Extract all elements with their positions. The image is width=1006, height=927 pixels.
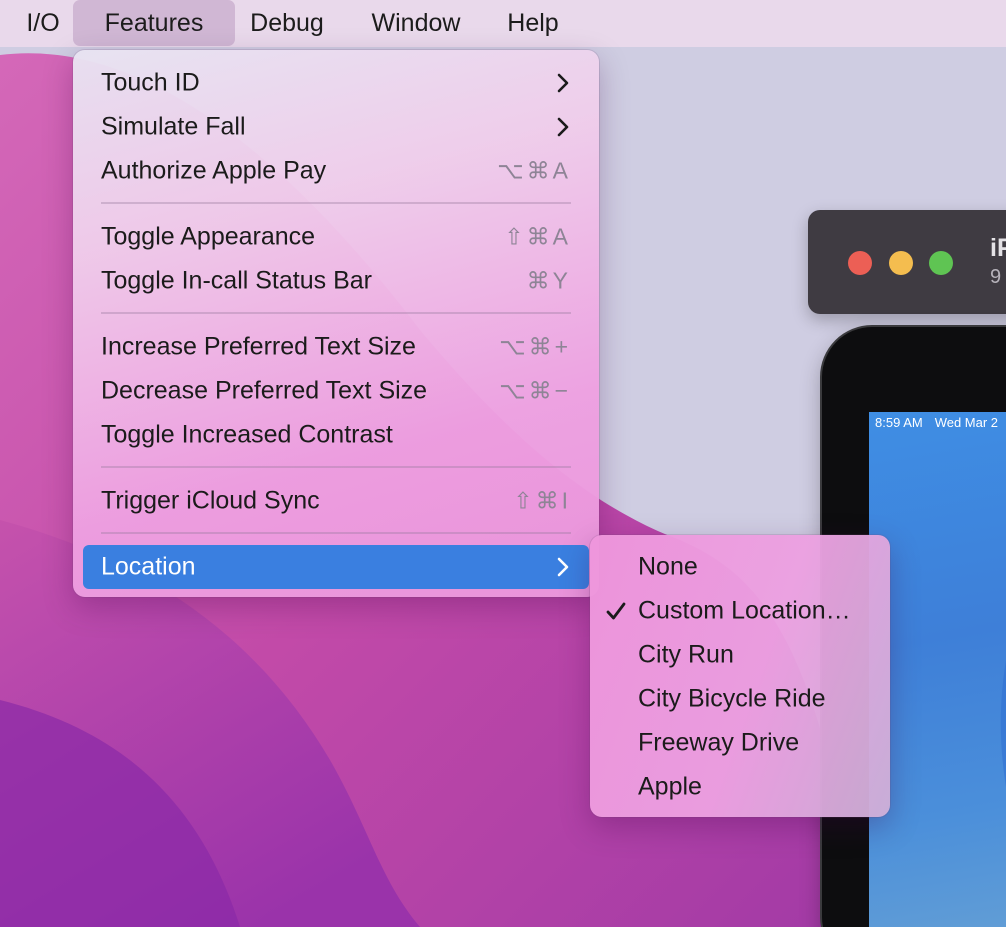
menu-item-shortcut: ⌥⌘A [497,157,571,184]
location-item-city-run[interactable]: City Run [590,633,890,677]
menu-item-label: Freeway Drive [638,728,800,757]
menu-window[interactable]: Window [355,0,477,47]
menu-item-shortcut: ⇧⌘A [504,223,571,250]
menu-item-toggle-in-call-status-bar[interactable]: Toggle In-call Status Bar ⌘Y [73,259,599,303]
checkmark-icon [606,602,626,620]
menu-item-label: Trigger iCloud Sync [101,486,320,515]
menu-separator [101,466,571,468]
status-time: 8:59 AM [875,415,923,430]
menu-separator [101,312,571,314]
menu-item-label: Touch ID [101,68,200,97]
menu-separator [101,532,571,534]
location-submenu: None Custom Location… City Run City Bicy… [590,535,890,817]
location-item-none[interactable]: None [590,545,890,589]
menu-item-label: City Bicycle Ride [638,684,826,713]
menu-item-label: Location [101,552,196,581]
chevron-right-icon [557,117,569,137]
menu-item-label: City Run [638,640,734,669]
menu-item-label: Toggle Appearance [101,222,316,251]
menu-item-shortcut: ⌥⌘+ [499,333,571,360]
location-item-custom-location[interactable]: Custom Location… [590,589,890,633]
menu-item-label: Toggle In-call Status Bar [101,266,372,295]
menu-bar: I/O Features Debug Window Help [0,0,1006,47]
menu-item-label: Authorize Apple Pay [101,156,327,185]
chevron-right-icon [557,73,569,93]
location-item-city-bicycle-ride[interactable]: City Bicycle Ride [590,677,890,721]
menu-item-simulate-fall[interactable]: Simulate Fall [73,105,599,149]
location-item-freeway-drive[interactable]: Freeway Drive [590,721,890,765]
location-item-apple[interactable]: Apple [590,765,890,809]
menu-io[interactable]: I/O [14,0,72,47]
menu-item-location[interactable]: Location [83,545,589,589]
menu-item-label: Simulate Fall [101,112,246,141]
menu-item-shortcut: ⇧⌘I [513,487,571,514]
simulator-window-titlebar: iP 9 [808,210,1006,314]
menu-item-authorize-apple-pay[interactable]: Authorize Apple Pay ⌥⌘A [73,149,599,193]
menu-item-trigger-icloud-sync[interactable]: Trigger iCloud Sync ⇧⌘I [73,479,599,523]
device-status-bar: 8:59 AM Wed Mar 2 [875,415,998,430]
menu-help[interactable]: Help [494,0,572,47]
features-menu: Touch ID Simulate Fall Authorize Apple P… [73,50,599,597]
menu-item-shortcut: ⌥⌘− [499,377,571,404]
menu-item-label: Increase Preferred Text Size [101,332,416,361]
zoom-window-button[interactable] [929,251,953,275]
menu-features[interactable]: Features [73,0,235,46]
simulator-window-subtitle: 9 [990,266,1002,288]
chevron-right-icon [557,557,569,577]
menu-item-toggle-appearance[interactable]: Toggle Appearance ⇧⌘A [73,215,599,259]
menu-item-shortcut: ⌘Y [526,267,571,294]
menu-item-label: Apple [638,772,702,801]
status-date: Wed Mar 2 [934,415,999,430]
menu-item-label: Toggle Increased Contrast [101,420,393,449]
menu-item-label: Decrease Preferred Text Size [101,376,428,405]
menu-separator [101,202,571,204]
menu-item-label: Custom Location… [638,596,851,625]
minimize-window-button[interactable] [889,251,913,275]
menu-item-increase-text-size[interactable]: Increase Preferred Text Size ⌥⌘+ [73,325,599,369]
desktop: iP 9 8:59 AM Wed Mar 2 I/O Features Debug… [0,0,1006,927]
close-window-button[interactable] [848,251,872,275]
menu-item-decrease-text-size[interactable]: Decrease Preferred Text Size ⌥⌘− [73,369,599,413]
menu-item-touch-id[interactable]: Touch ID [73,61,599,105]
simulator-window-title: iP [990,234,1006,262]
menu-item-toggle-increased-contrast[interactable]: Toggle Increased Contrast [73,413,599,457]
menu-debug[interactable]: Debug [237,0,337,47]
menu-item-label: None [638,552,698,581]
